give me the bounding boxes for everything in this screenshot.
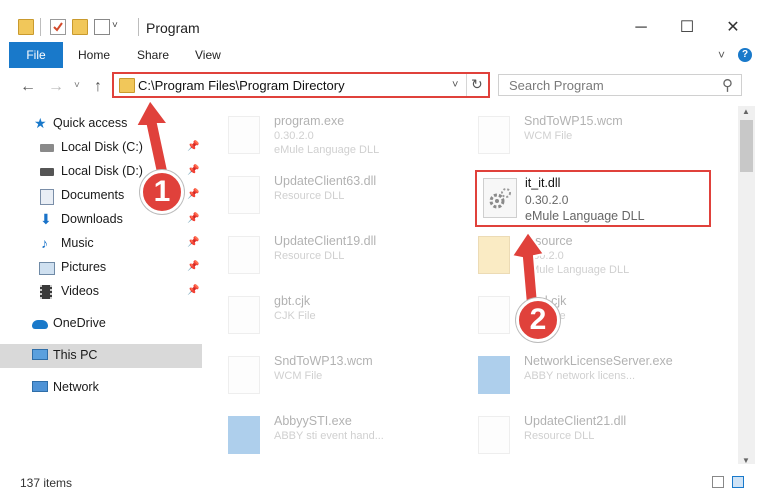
step-badge-1: 1 <box>140 170 184 214</box>
step-badge-2: 2 <box>516 298 560 342</box>
arrow-2 <box>510 230 546 305</box>
annotation-arrows <box>134 98 546 305</box>
